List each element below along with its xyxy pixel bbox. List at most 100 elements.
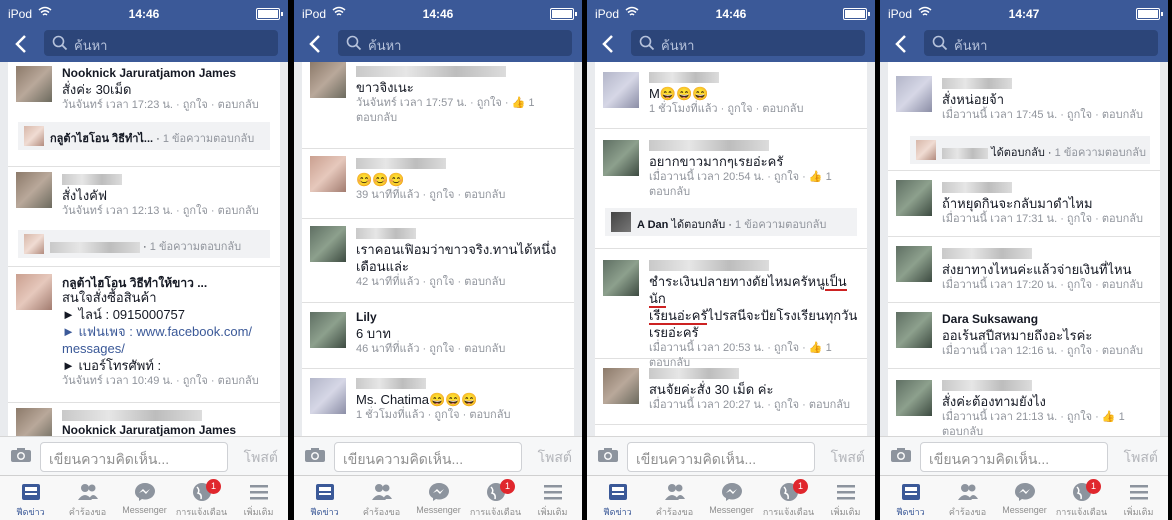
- post-button[interactable]: โพสต์: [1124, 447, 1158, 469]
- reply-link[interactable]: ตอบกลับ: [1102, 213, 1143, 225]
- reply-preview[interactable]: กลูต้าไฮโอน วิธีทำไ... · 1 ข้อความตอบกลั…: [18, 122, 270, 150]
- comment-link[interactable]: ► แฟนเพจ : www.facebook.com/: [62, 323, 274, 340]
- reply-link[interactable]: ตอบกลับ: [218, 205, 259, 217]
- like-link[interactable]: ถูกใจ: [429, 276, 454, 288]
- like-link[interactable]: ถูกใจ: [183, 375, 208, 387]
- reply-link[interactable]: ตอบกลับ: [464, 276, 505, 288]
- avatar[interactable]: [16, 66, 52, 102]
- reply-link[interactable]: ตอบกลับ: [356, 112, 397, 124]
- comment-link[interactable]: messages/: [62, 340, 274, 357]
- avatar[interactable]: [310, 226, 346, 262]
- tab-notifications[interactable]: 1 การแจ้งเตือน: [1053, 476, 1110, 520]
- reply-link[interactable]: ตอบกลับ: [1102, 345, 1143, 357]
- avatar[interactable]: [310, 312, 346, 348]
- search-bar[interactable]: ค้นหา: [924, 30, 1158, 56]
- back-arrow-icon[interactable]: [890, 32, 914, 56]
- tab-messenger[interactable]: Messenger: [996, 476, 1053, 520]
- commenter-name[interactable]: Nooknick Jaruratjamon James: [62, 423, 274, 436]
- back-arrow-icon[interactable]: [10, 32, 34, 56]
- like-link[interactable]: ถูกใจ: [183, 205, 208, 217]
- commenter-name[interactable]: กลูต้าไฮโอน วิธีทำให้ขาว ...: [62, 274, 274, 289]
- commenter-name[interactable]: Lily: [356, 310, 568, 325]
- like-link[interactable]: ถูกใจ: [1067, 411, 1092, 423]
- like-link[interactable]: ถูกใจ: [1067, 345, 1092, 357]
- tab-more[interactable]: เพิ่มเติม: [230, 476, 287, 520]
- post-button[interactable]: โพสต์: [244, 447, 278, 469]
- back-arrow-icon[interactable]: [304, 32, 328, 56]
- reply-link[interactable]: ตอบกลับ: [942, 426, 983, 436]
- comment-input[interactable]: เขียนความคิดเห็น...: [40, 442, 228, 472]
- avatar[interactable]: [310, 378, 346, 414]
- reply-link[interactable]: ตอบกลับ: [1102, 279, 1143, 291]
- avatar[interactable]: [896, 312, 932, 348]
- reply-preview[interactable]: A Dan ได้ตอบกลับ · 1 ข้อความตอบกลับ: [605, 208, 857, 236]
- search-bar[interactable]: ค้นหา: [338, 30, 572, 56]
- avatar[interactable]: [603, 72, 639, 108]
- tab-messenger[interactable]: Messenger: [116, 476, 173, 520]
- post-button[interactable]: โพสต์: [831, 447, 865, 469]
- avatar[interactable]: [603, 140, 639, 176]
- avatar[interactable]: [16, 274, 52, 310]
- camera-icon[interactable]: [10, 447, 32, 463]
- camera-icon[interactable]: [890, 447, 912, 463]
- avatar[interactable]: [310, 156, 346, 192]
- avatar[interactable]: [16, 172, 52, 208]
- comment-input[interactable]: เขียนความคิดเห็น...: [334, 442, 522, 472]
- tab-news-feed[interactable]: ฟีดข่าว: [589, 476, 646, 520]
- tab-news-feed[interactable]: ฟีดข่าว: [296, 476, 353, 520]
- tab-friend-requests[interactable]: คำร้องขอ: [353, 476, 410, 520]
- tab-more[interactable]: เพิ่มเติม: [524, 476, 581, 520]
- camera-icon[interactable]: [597, 447, 619, 463]
- like-link[interactable]: ถูกใจ: [1067, 213, 1092, 225]
- tab-friend-requests[interactable]: คำร้องขอ: [939, 476, 996, 520]
- comment-input[interactable]: เขียนความคิดเห็น...: [920, 442, 1108, 472]
- tab-more[interactable]: เพิ่มเติม: [1110, 476, 1167, 520]
- like-link[interactable]: ถูกใจ: [1067, 109, 1092, 121]
- like-link[interactable]: ถูกใจ: [429, 189, 454, 201]
- reply-link[interactable]: ตอบกลับ: [809, 399, 850, 411]
- like-link[interactable]: ถูกใจ: [1067, 279, 1092, 291]
- search-bar[interactable]: ค้นหา: [631, 30, 865, 56]
- like-link[interactable]: ถูกใจ: [429, 343, 454, 355]
- like-link[interactable]: ถูกใจ: [774, 171, 799, 183]
- like-link[interactable]: ถูกใจ: [477, 97, 502, 109]
- reply-preview[interactable]: · 1 ข้อความตอบกลับ: [18, 230, 270, 258]
- camera-icon[interactable]: [304, 447, 326, 463]
- reply-link[interactable]: ตอบกลับ: [218, 99, 259, 111]
- search-bar[interactable]: ค้นหา: [44, 30, 278, 56]
- like-link[interactable]: ถูกใจ: [434, 409, 459, 421]
- tab-notifications[interactable]: 1 การแจ้งเตือน: [173, 476, 230, 520]
- avatar[interactable]: [310, 62, 346, 98]
- like-link[interactable]: ถูกใจ: [183, 99, 208, 111]
- reply-link[interactable]: ตอบกลับ: [218, 375, 259, 387]
- avatar[interactable]: [896, 246, 932, 282]
- commenter-name[interactable]: [62, 172, 274, 187]
- tab-news-feed[interactable]: ฟีดข่าว: [882, 476, 939, 520]
- reply-link[interactable]: ตอบกลับ: [464, 189, 505, 201]
- post-button[interactable]: โพสต์: [538, 447, 572, 469]
- tab-messenger[interactable]: Messenger: [410, 476, 467, 520]
- commenter-name[interactable]: Dara Suksawang: [942, 312, 1154, 327]
- commenter-name[interactable]: Nooknick Jaruratjamon James: [62, 66, 274, 81]
- reply-preview[interactable]: ได้ตอบกลับ · 1 ข้อความตอบกลับ: [910, 136, 1150, 164]
- back-arrow-icon[interactable]: [597, 32, 621, 56]
- tab-friend-requests[interactable]: คำร้องขอ: [59, 476, 116, 520]
- reply-link[interactable]: ตอบกลับ: [762, 103, 803, 115]
- avatar[interactable]: [896, 76, 932, 112]
- avatar[interactable]: [896, 180, 932, 216]
- avatar[interactable]: [603, 368, 639, 404]
- tab-friend-requests[interactable]: คำร้องขอ: [646, 476, 703, 520]
- comment-input[interactable]: เขียนความคิดเห็น...: [627, 442, 815, 472]
- avatar[interactable]: [896, 380, 932, 416]
- tab-more[interactable]: เพิ่มเติม: [817, 476, 874, 520]
- reply-link[interactable]: ตอบกลับ: [464, 343, 505, 355]
- avatar[interactable]: [603, 260, 639, 296]
- like-link[interactable]: ถูกใจ: [774, 342, 799, 354]
- like-link[interactable]: ถูกใจ: [727, 103, 752, 115]
- reply-link[interactable]: ตอบกลับ: [469, 409, 510, 421]
- reply-link[interactable]: ตอบกลับ: [649, 186, 690, 198]
- tab-messenger[interactable]: Messenger: [703, 476, 760, 520]
- tab-notifications[interactable]: 1 การแจ้งเตือน: [760, 476, 817, 520]
- tab-news-feed[interactable]: ฟีดข่าว: [2, 476, 59, 520]
- like-link[interactable]: ถูกใจ: [774, 399, 799, 411]
